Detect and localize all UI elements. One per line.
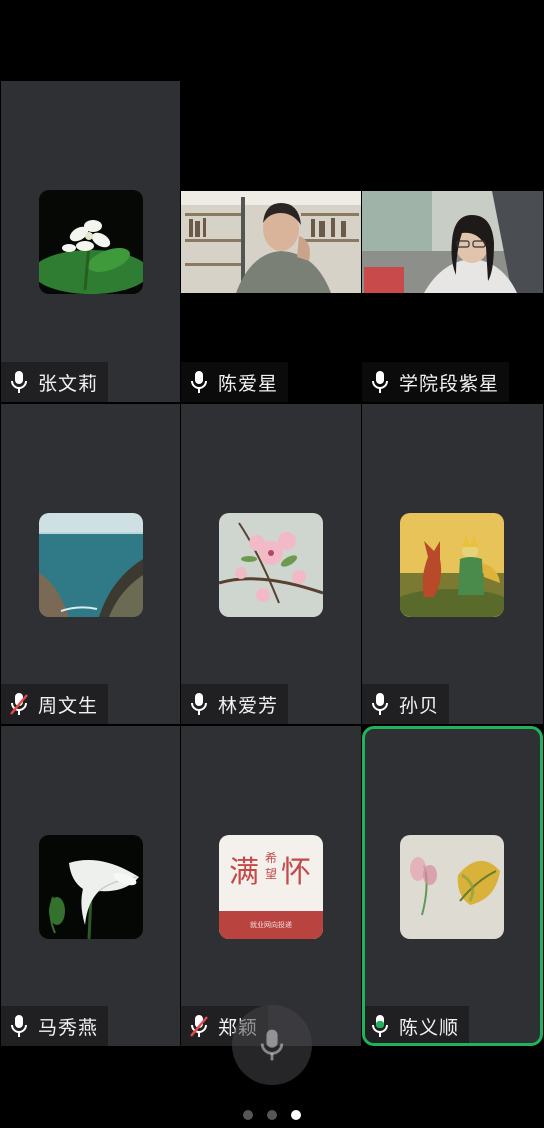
mic-toggle-button[interactable] bbox=[232, 1005, 312, 1085]
participant-name-bar: 周文生 bbox=[1, 684, 109, 724]
mic-icon bbox=[11, 371, 27, 393]
card-footer: 就业网向投递 bbox=[250, 921, 292, 929]
mic-speaking-icon bbox=[372, 1015, 388, 1037]
card-small-bottom: 望 bbox=[265, 867, 278, 881]
participant-tile-4[interactable]: 周文生 bbox=[1, 404, 180, 724]
avatar-white-flower bbox=[39, 190, 143, 294]
participant-tile-8[interactable]: 满 希 望 怀 就业网向投递 郑颖 bbox=[181, 726, 361, 1046]
participant-name: 孙贝 bbox=[399, 694, 440, 717]
card-big-left: 满 bbox=[229, 855, 259, 890]
page-dot-3[interactable] bbox=[291, 1110, 301, 1120]
mic-muted-icon bbox=[190, 1015, 208, 1037]
card-small-top: 希 bbox=[265, 851, 278, 865]
page-indicator bbox=[0, 1110, 544, 1120]
participant-tile-9[interactable]: 陈义顺 bbox=[362, 726, 543, 1046]
video-person-bookshelf bbox=[181, 191, 361, 293]
mic-icon bbox=[372, 371, 388, 393]
mic-icon bbox=[191, 693, 207, 715]
participant-name-bar: 林爱芳 bbox=[181, 684, 289, 724]
participant-name: 学院段紫星 bbox=[399, 372, 500, 395]
participant-tile-7[interactable]: 马秀燕 bbox=[1, 726, 180, 1046]
page-dot-1[interactable] bbox=[243, 1110, 253, 1120]
participant-name-bar: 学院段紫星 bbox=[362, 362, 510, 402]
avatar-morning-glory bbox=[39, 835, 143, 939]
participant-tile-2[interactable]: 陈爱星 bbox=[181, 81, 361, 402]
mic-icon bbox=[372, 693, 388, 715]
mic-icon bbox=[191, 371, 207, 393]
participant-name: 张文莉 bbox=[38, 372, 99, 395]
avatar-sea-cliff bbox=[39, 513, 143, 617]
participant-name-bar: 孙贝 bbox=[362, 684, 450, 724]
participant-tile-3[interactable]: 学院段紫星 bbox=[362, 81, 543, 402]
avatar-peach-blossom bbox=[219, 513, 323, 617]
participant-name: 马秀燕 bbox=[38, 1016, 99, 1039]
participant-name: 陈爱星 bbox=[218, 372, 279, 395]
participant-name-bar: 马秀燕 bbox=[1, 1006, 109, 1046]
avatar-little-prince-fox bbox=[400, 513, 504, 617]
participant-name-bar: 陈爱星 bbox=[181, 362, 289, 402]
mic-muted-icon bbox=[10, 693, 28, 715]
participant-name-bar: 张文莉 bbox=[1, 362, 109, 402]
mic-icon bbox=[260, 1029, 284, 1061]
mic-icon bbox=[11, 1015, 27, 1037]
card-big-right: 怀 bbox=[281, 855, 311, 890]
avatar-leaf-watercolor bbox=[400, 835, 504, 939]
participant-name: 陈义顺 bbox=[399, 1016, 460, 1039]
page-dot-2[interactable] bbox=[267, 1110, 277, 1120]
avatar-text-card: 满 希 望 怀 就业网向投递 bbox=[219, 835, 323, 939]
participant-tile-5[interactable]: 林爱芳 bbox=[181, 404, 361, 724]
participant-tile-1[interactable]: 张文莉 bbox=[1, 81, 180, 402]
participant-name: 周文生 bbox=[38, 694, 99, 717]
participant-tile-6[interactable]: 孙贝 bbox=[362, 404, 543, 724]
participant-name-bar: 陈义顺 bbox=[365, 1006, 470, 1043]
participant-name: 林爱芳 bbox=[218, 694, 279, 717]
video-person-glasses bbox=[362, 191, 543, 293]
